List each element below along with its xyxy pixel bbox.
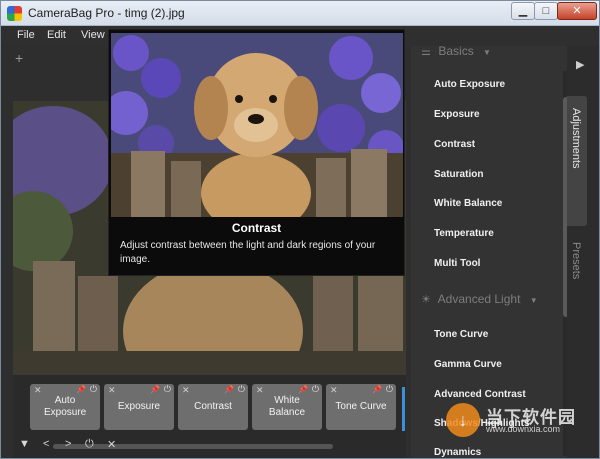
- preset-tile-label: Auto Exposure: [44, 395, 87, 418]
- preset-tile[interactable]: ✕ 📌 ⏻ Exposure: [104, 384, 174, 430]
- maximize-button[interactable]: □: [534, 2, 558, 20]
- adjustment-gamma-curve[interactable]: Gamma Curve: [434, 359, 502, 370]
- adjustment-tone-curve[interactable]: Tone Curve: [434, 329, 488, 340]
- menu-view[interactable]: View: [81, 29, 105, 41]
- tooltip-preview-image: [111, 33, 403, 217]
- tab-adjustments-label[interactable]: Adjustments: [570, 108, 582, 169]
- preset-tile[interactable]: ✕ 📌 ⏻ Auto Exposure: [30, 384, 100, 430]
- close-button[interactable]: ✕: [557, 2, 597, 20]
- triangle-down-icon[interactable]: ▼: [19, 438, 30, 450]
- minimize-button[interactable]: ▁: [511, 2, 535, 20]
- add-tab-button[interactable]: +: [15, 50, 23, 66]
- preset-strip: ✕ 📌 ⏻ Auto Exposure ✕ 📌 ⏻ Exposure ✕ 📌 ⏻…: [13, 374, 406, 458]
- pin-icon[interactable]: 📌: [76, 385, 86, 394]
- menu-file[interactable]: File: [17, 29, 35, 41]
- app-window: CameraBag Pro - timg (2).jpg ▁ □ ✕ File …: [0, 0, 600, 459]
- preset-tile[interactable]: ✕ 📌 ⏻ Tone Curve: [326, 384, 396, 430]
- sun-icon: ☀: [421, 294, 431, 306]
- power-icon[interactable]: ⏻: [238, 384, 245, 395]
- camerabag-app-icon: [7, 6, 22, 21]
- strip-selection-indicator: [402, 387, 405, 431]
- section-basics[interactable]: ⚌ Basics ▼: [421, 46, 491, 58]
- sliders-icon: ⚌: [421, 46, 431, 58]
- adjustment-advanced-contrast[interactable]: Advanced Contrast: [434, 389, 526, 400]
- strip-controls: ▼ < > ⏻ ✕: [13, 438, 406, 452]
- remove-icon[interactable]: ✕: [330, 385, 338, 396]
- chevron-left-icon[interactable]: <: [43, 438, 49, 450]
- menu-edit[interactable]: Edit: [47, 29, 66, 41]
- adjustment-temperature[interactable]: Temperature: [434, 228, 494, 239]
- adjustment-auto-exposure[interactable]: Auto Exposure: [434, 79, 505, 90]
- pin-icon[interactable]: 📌: [224, 385, 234, 394]
- watermark-url: www.downxia.com: [486, 424, 561, 434]
- adjustment-multi-tool[interactable]: Multi Tool: [434, 258, 480, 269]
- power-icon[interactable]: ⏻: [164, 384, 171, 395]
- adjustments-panel: ⚌ Basics ▼ Auto Exposure Exposure Contra…: [411, 46, 567, 458]
- triangle-right-icon[interactable]: ▶: [576, 58, 584, 71]
- section-advanced-light-label: Advanced Light: [437, 292, 521, 306]
- side-tabs: ▶ Adjustments Presets: [567, 46, 599, 458]
- adjustment-exposure[interactable]: Exposure: [434, 109, 480, 120]
- pin-icon[interactable]: 📌: [372, 385, 382, 394]
- preset-tile-label: Contrast: [194, 401, 232, 412]
- window-title: CameraBag Pro - timg (2).jpg: [28, 6, 185, 20]
- section-advanced-light[interactable]: ☀ Advanced Light ▼: [421, 292, 538, 306]
- pin-icon[interactable]: 📌: [150, 385, 160, 394]
- tooltip-description: Adjust contrast between the light and da…: [120, 240, 376, 265]
- chevron-right-icon[interactable]: >: [65, 438, 71, 450]
- power-icon[interactable]: ⏻: [85, 438, 94, 451]
- preset-tile-label: White Balance: [268, 395, 306, 418]
- power-icon[interactable]: ⏻: [312, 384, 319, 395]
- tab-presets-label[interactable]: Presets: [570, 242, 582, 279]
- tooltip-title: Contrast: [231, 221, 282, 235]
- title-bar: CameraBag Pro - timg (2).jpg ▁ □ ✕: [1, 1, 599, 26]
- triangle-down-icon: ▼: [483, 48, 491, 57]
- preset-tile[interactable]: ✕ 📌 ⏻ White Balance: [252, 384, 322, 430]
- remove-icon[interactable]: ✕: [108, 385, 116, 396]
- power-icon[interactable]: ⏻: [386, 384, 393, 395]
- pin-icon[interactable]: 📌: [298, 385, 308, 394]
- adjustment-tooltip: Contrast Adjust contrast between the lig…: [108, 29, 405, 276]
- preset-tile[interactable]: ✕ 📌 ⏻ Contrast: [178, 384, 248, 430]
- triangle-down-icon: ▼: [529, 296, 538, 305]
- preset-tile-label: Tone Curve: [335, 401, 387, 412]
- adjustment-saturation[interactable]: Saturation: [434, 169, 483, 180]
- preset-tile-label: Exposure: [117, 401, 161, 412]
- strip-scrollbar[interactable]: [53, 444, 333, 449]
- adjustment-contrast[interactable]: Contrast: [434, 139, 475, 150]
- adjustment-dynamics[interactable]: Dynamics: [434, 447, 481, 458]
- adjustment-white-balance[interactable]: White Balance: [434, 198, 502, 209]
- section-basics-label: Basics: [438, 46, 474, 58]
- remove-icon[interactable]: ✕: [182, 385, 190, 396]
- power-icon[interactable]: ⏻: [90, 384, 97, 395]
- puppy-preview-photo: [111, 33, 403, 217]
- watermark-logo-icon: ↓: [446, 403, 480, 437]
- close-icon[interactable]: ✕: [107, 438, 116, 451]
- watermark: ↓ 当下软件园 www.downxia.com: [446, 401, 596, 446]
